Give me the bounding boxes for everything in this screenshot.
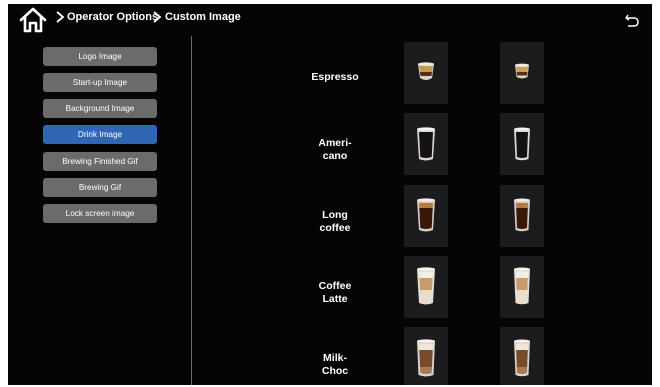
drink-image-tile-default[interactable] (404, 42, 448, 104)
custom-image-screen: Operator Options Custom Image Logo Image… (8, 4, 652, 385)
drink-name-espresso: Espresso (311, 71, 359, 83)
drink-name-long-coffee: Long coffee (319, 209, 351, 234)
breadcrumb-custom-image: Custom Image (165, 11, 241, 23)
header-bar: Operator Options Custom Image (8, 4, 652, 36)
latte-glass-icon (417, 267, 435, 305)
espresso-cup-icon (515, 63, 529, 79)
drink-image-button[interactable]: Drink Image (43, 125, 157, 144)
drink-image-tile-custom[interactable] (500, 185, 544, 247)
drink-image-tile-default[interactable] (404, 113, 448, 175)
drink-image-tile-default[interactable] (404, 185, 448, 247)
long-coffee-glass-icon (417, 198, 435, 232)
drink-image-tile-custom[interactable] (500, 327, 544, 385)
drink-image-tile-custom[interactable] (500, 113, 544, 175)
milk-choc-glass-icon (417, 339, 435, 377)
drink-image-tile-default[interactable] (404, 327, 448, 385)
espresso-cup-icon (418, 62, 434, 80)
vertical-divider (191, 36, 192, 385)
return-arrow-icon[interactable] (624, 12, 640, 28)
latte-glass-icon (514, 267, 530, 305)
drink-image-tile-default[interactable] (404, 256, 448, 318)
drink-name-coffee-latte: Coffee Latte (318, 280, 352, 305)
breadcrumb-operator-options[interactable]: Operator Options (67, 11, 158, 23)
chevron-right-icon (153, 11, 162, 23)
americano-glass-icon (417, 127, 435, 161)
drink-image-tile-custom[interactable] (500, 256, 544, 318)
drink-name-milk-choc: Milk- Choc (321, 352, 349, 377)
americano-glass-icon (514, 127, 530, 161)
brewing-finished-gif-button[interactable]: Brewing Finished Gif (43, 152, 157, 171)
home-icon[interactable] (18, 6, 48, 34)
drink-image-tile-custom[interactable] (500, 42, 544, 104)
lock-screen-image-button[interactable]: Lock screen image (43, 204, 157, 223)
background-image-button[interactable]: Background Image (43, 99, 157, 118)
start-up-image-button[interactable]: Start-up Image (43, 73, 157, 92)
milk-choc-glass-icon (514, 339, 530, 377)
logo-image-button[interactable]: Logo Image (43, 47, 157, 66)
long-coffee-glass-icon (514, 198, 530, 232)
drink-name-americano: Ameri- cano (318, 137, 352, 162)
brewing-gif-button[interactable]: Brewing Gif (43, 178, 157, 197)
chevron-right-icon (56, 11, 65, 23)
